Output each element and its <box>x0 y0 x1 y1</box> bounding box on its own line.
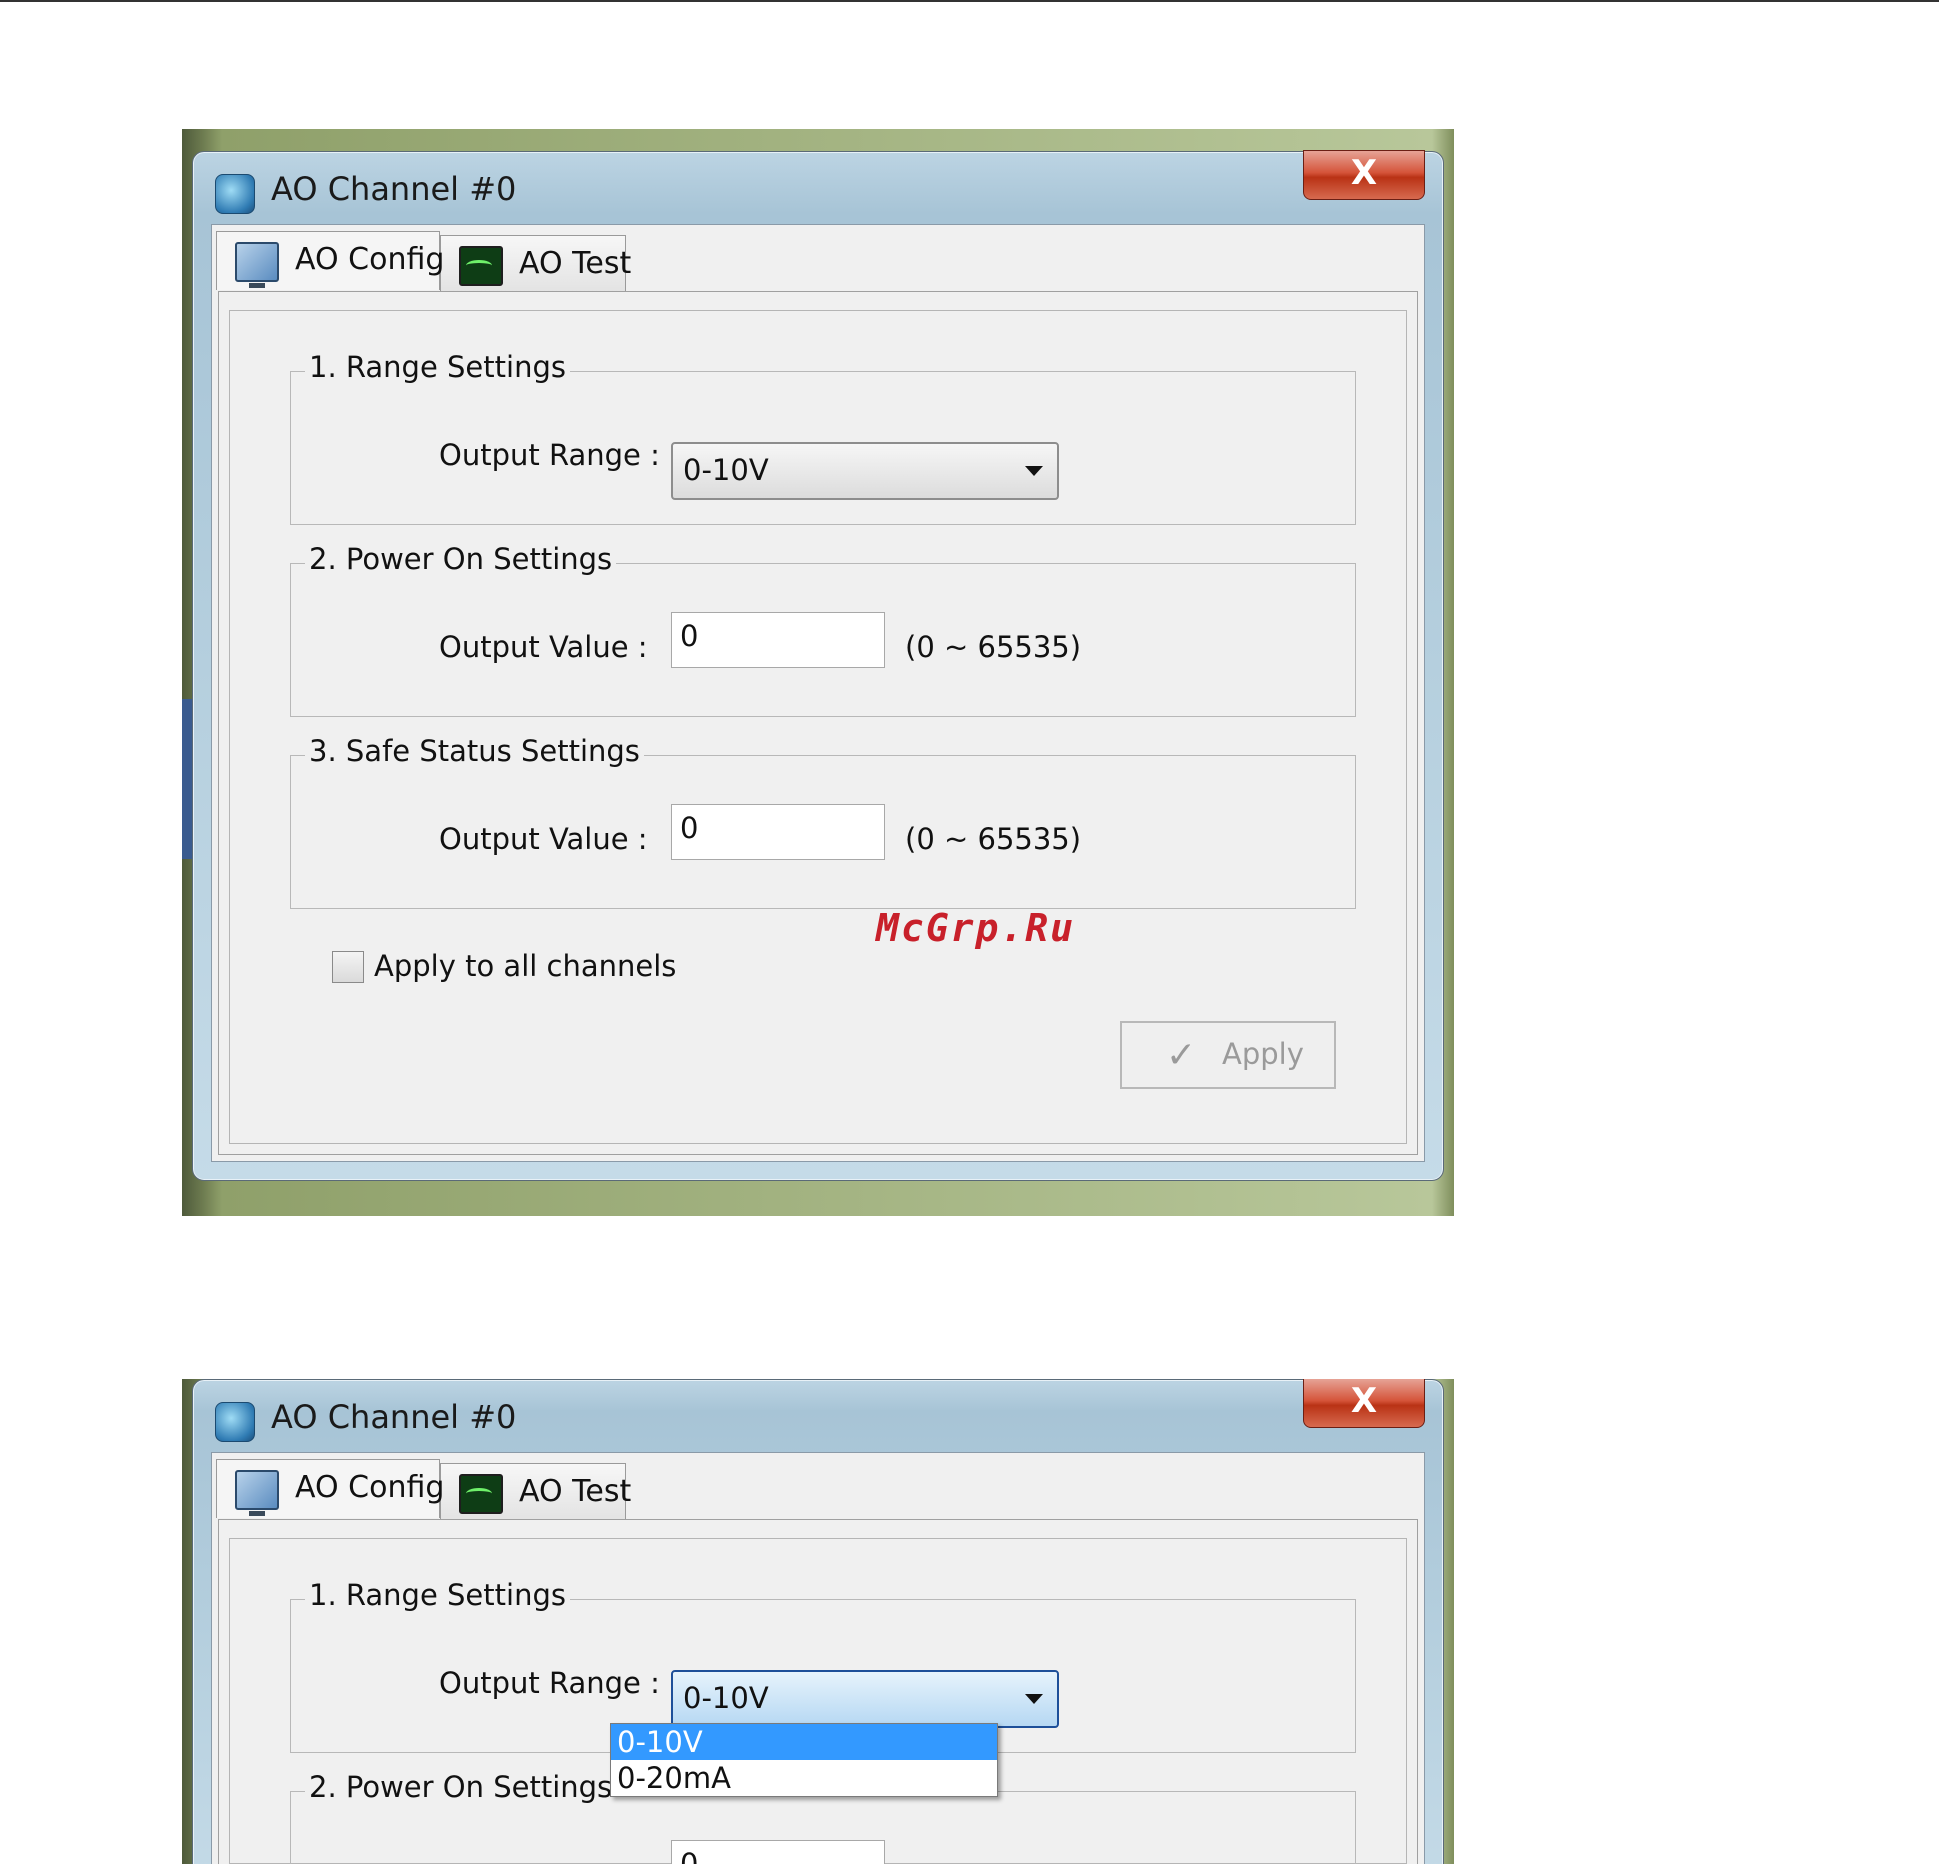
chevron-down-icon[interactable] <box>1025 466 1043 476</box>
window-title: AO Channel #0 <box>271 1398 517 1436</box>
dialog-window: AO Channel #0 X AO Config AO Test 1. Ran… <box>192 1379 1444 1864</box>
app-globe-icon <box>215 174 255 214</box>
safe-status-output-value-input[interactable]: 0 <box>671 804 885 860</box>
dropdown-option-0-10v[interactable]: 0-10V <box>611 1724 997 1760</box>
tab-label: AO Test <box>519 1474 632 1509</box>
output-range-select[interactable]: 0-10V <box>671 442 1059 500</box>
output-range-label: Output Range : <box>439 1666 660 1700</box>
input-value: 0 <box>680 619 699 653</box>
app-globe-icon <box>215 1402 255 1442</box>
input-value: 0 <box>680 1847 699 1864</box>
group-legend: 2. Power On Settings <box>305 542 617 576</box>
tab-label: AO Config <box>295 242 445 277</box>
window-title: AO Channel #0 <box>271 170 517 208</box>
dropdown-option-0-20ma[interactable]: 0-20mA <box>611 1760 997 1796</box>
tab-panel: 1. Range Settings Output Range : 0-10V 0… <box>218 1519 1418 1864</box>
group-legend: 3. Safe Status Settings <box>305 734 644 768</box>
group-legend: 1. Range Settings <box>305 350 570 384</box>
power-on-output-value-input[interactable]: 0 <box>671 612 885 668</box>
dialog-client-area: AO Config AO Test 1. Range Settings Outp… <box>211 1452 1425 1864</box>
input-value: 0 <box>680 811 699 845</box>
safe-status-output-value-label: Output Value : <box>439 822 648 856</box>
tab-panel: 1. Range Settings Output Range : 0-10V 2… <box>218 291 1418 1155</box>
apply-button-label: Apply <box>1222 1037 1304 1071</box>
power-on-settings-group: 2. Power On Settings Output Value : 0 (0… <box>290 542 1356 717</box>
close-button[interactable]: X <box>1303 150 1425 200</box>
oscilloscope-icon <box>459 246 503 286</box>
watermark-text: McGrp.Ru <box>876 906 1076 950</box>
chevron-down-icon[interactable] <box>1025 1694 1043 1704</box>
output-range-select[interactable]: 0-10V <box>671 1670 1059 1728</box>
screenshot-ao-config: AO Channel #0 X AO Config AO Test 1. Ran… <box>182 129 1454 1216</box>
apply-all-channels-label[interactable]: Apply to all channels <box>374 949 676 983</box>
page-top-rule <box>0 0 1939 2</box>
tab-ao-config[interactable]: AO Config <box>216 231 444 290</box>
screenshot-ao-config-dropdown-open: AO Channel #0 X AO Config AO Test 1. Ran… <box>182 1379 1454 1864</box>
safe-status-settings-group: 3. Safe Status Settings Output Value : 0… <box>290 734 1356 909</box>
tab-panel-inner: 1. Range Settings Output Range : 0-10V 2… <box>229 310 1407 1144</box>
apply-all-channels-checkbox[interactable] <box>332 951 364 983</box>
tab-ao-test[interactable]: AO Test <box>440 235 631 292</box>
tab-panel-inner: 1. Range Settings Output Range : 0-10V 0… <box>229 1538 1407 1864</box>
monitor-config-icon <box>235 1470 279 1516</box>
value-range-hint: (0 ~ 65535) <box>905 822 1082 856</box>
power-on-output-value-label: Output Value : <box>439 630 648 664</box>
tab-label: AO Test <box>519 246 632 281</box>
output-range-dropdown-list: 0-10V 0-20mA <box>610 1723 998 1797</box>
close-button[interactable]: X <box>1303 1379 1425 1428</box>
checkmark-icon: ✓ <box>1166 1035 1197 1076</box>
output-range-value: 0-10V <box>683 453 769 487</box>
power-on-settings-group: 2. Power On Settings 0 <box>290 1770 1356 1864</box>
tab-ao-config[interactable]: AO Config <box>216 1459 444 1518</box>
apply-button[interactable]: ✓ Apply <box>1120 1021 1336 1089</box>
value-range-hint: (0 ~ 65535) <box>905 630 1082 664</box>
oscilloscope-icon <box>459 1474 503 1514</box>
monitor-config-icon <box>235 242 279 288</box>
dialog-client-area: AO Config AO Test 1. Range Settings Outp… <box>211 224 1425 1162</box>
dialog-window: AO Channel #0 X AO Config AO Test 1. Ran… <box>192 150 1444 1181</box>
output-range-value: 0-10V <box>683 1681 769 1715</box>
tab-label: AO Config <box>295 1470 445 1505</box>
power-on-output-value-input[interactable]: 0 <box>671 1840 885 1864</box>
tab-ao-test[interactable]: AO Test <box>440 1463 631 1520</box>
group-legend: 2. Power On Settings <box>305 1770 617 1804</box>
output-range-label: Output Range : <box>439 438 660 472</box>
group-legend: 1. Range Settings <box>305 1578 570 1612</box>
range-settings-group: 1. Range Settings Output Range : 0-10V <box>290 350 1356 525</box>
